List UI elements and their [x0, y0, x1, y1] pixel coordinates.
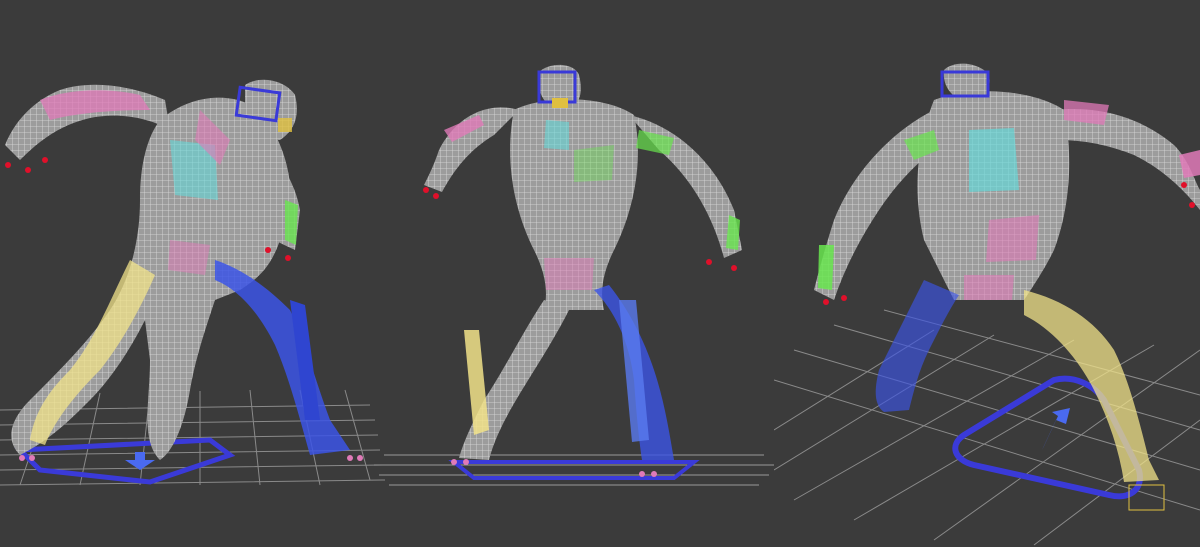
viewport-left[interactable]	[0, 0, 390, 547]
direction-arrow-icon	[125, 452, 155, 470]
control-ring[interactable]	[14, 437, 236, 485]
viewport-area	[0, 0, 1200, 547]
control-ring[interactable]	[448, 460, 700, 480]
character-mesh[interactable]	[5, 79, 363, 461]
character-mesh[interactable]	[423, 64, 742, 477]
middle-viewport-canvas	[374, 64, 774, 486]
viewport-middle[interactable]	[374, 0, 774, 547]
right-viewport-canvas	[774, 63, 1200, 546]
ground-grid	[374, 454, 774, 486]
left-viewport-canvas	[0, 79, 386, 486]
character-mesh[interactable]	[814, 63, 1200, 482]
direction-arrow-icon	[1042, 408, 1070, 450]
viewport-right[interactable]	[774, 0, 1200, 547]
